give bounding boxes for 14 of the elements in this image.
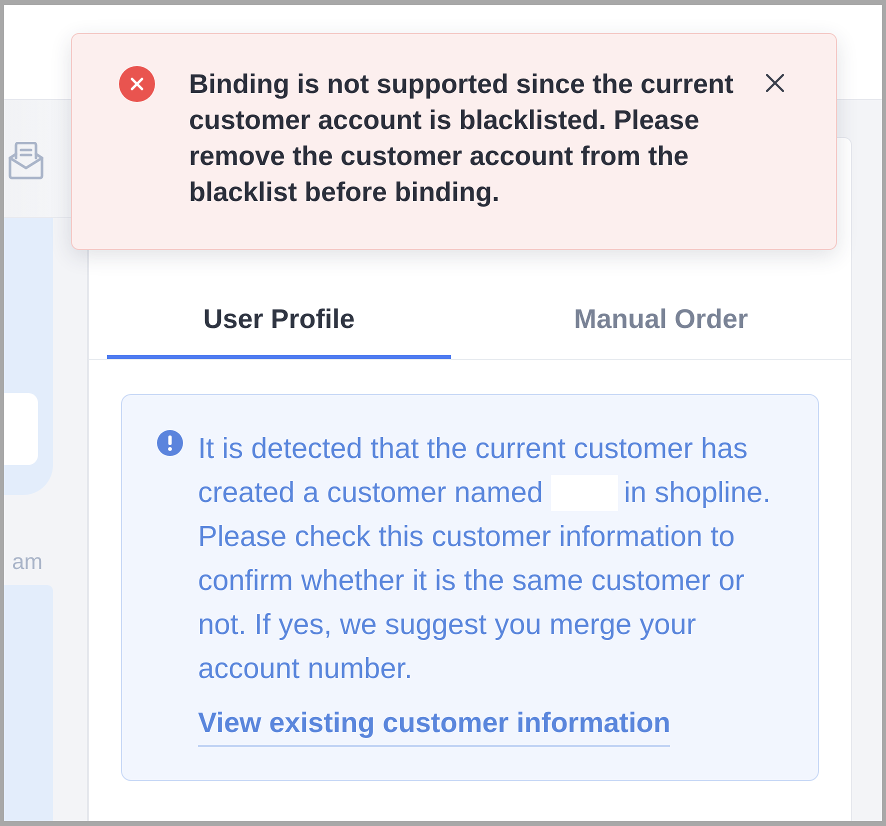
view-customer-link[interactable]: View existing customer information xyxy=(198,701,670,747)
tab[interactable]: User Profile xyxy=(107,289,451,359)
message-time: am xyxy=(11,549,44,575)
notice-text: Please check this customer information to confirm whether it is the same customer or not. If yes, we suggest you merge your account number. xyxy=(198,520,746,687)
notice-text: in shopline. xyxy=(624,476,771,511)
info-icon xyxy=(157,430,183,456)
error-icon xyxy=(119,66,155,102)
message-card xyxy=(4,393,38,465)
close-button[interactable] xyxy=(765,73,785,93)
close-icon xyxy=(765,73,785,93)
toast-message: Binding is not supported since the current customer account is blacklisted. Please remove the customer account from the blacklist before binding. xyxy=(189,68,735,209)
notice-text: It is detected that the current customer has xyxy=(198,432,748,467)
tab[interactable]: Manual Order xyxy=(489,289,833,359)
notice-text: created a customer named xyxy=(198,476,543,511)
